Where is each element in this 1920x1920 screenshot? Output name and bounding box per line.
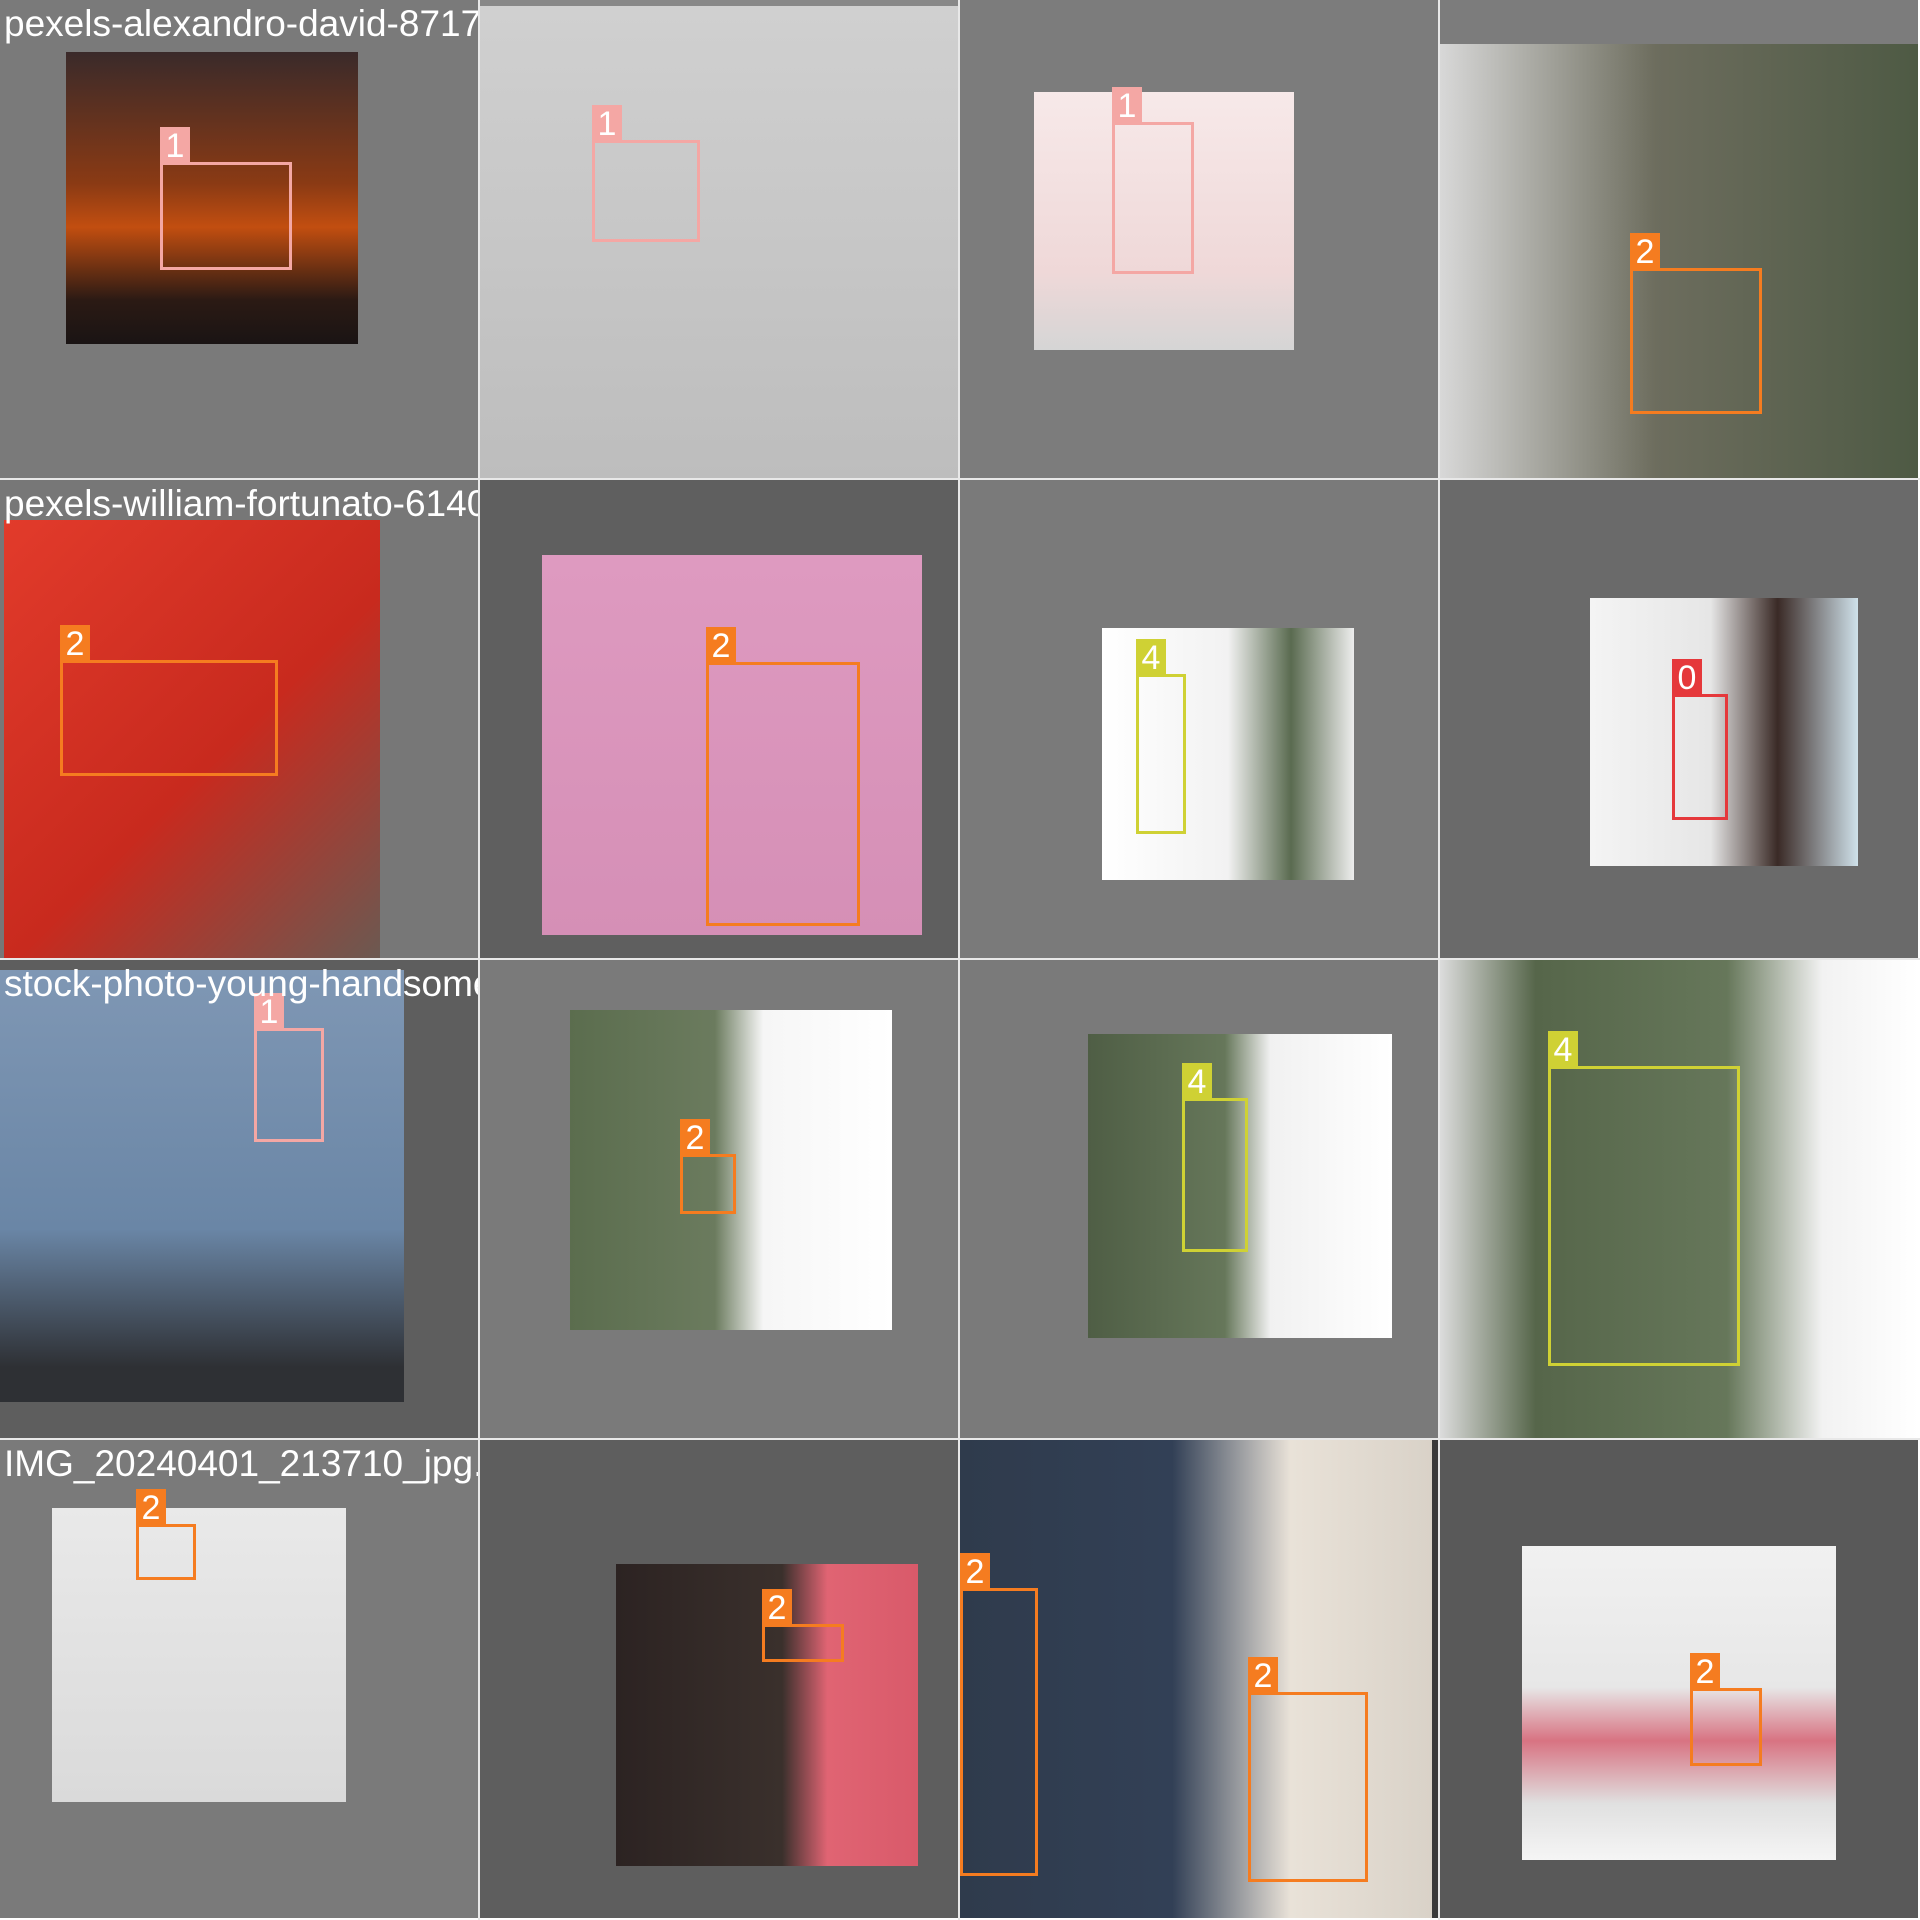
tile-red-shirt-thumb: 2 pexels-william-fortunato-6140706_jpg.rf… [0, 480, 478, 958]
detection-box: 2 [680, 1119, 736, 1214]
grid-divider-vertical [958, 0, 960, 1920]
detection-box: 4 [1136, 639, 1186, 834]
grid-divider-horizontal [0, 1438, 1920, 1440]
class-label: 2 [60, 625, 90, 663]
class-label: 2 [762, 1589, 792, 1627]
class-label: 2 [680, 1119, 710, 1157]
class-label: 1 [160, 127, 190, 165]
tile-sunset-ok-sign: 1 pexels-alexandro-david-8717133-3692204_… [0, 0, 478, 478]
detection-box: 1 [592, 105, 700, 242]
tile-photo [52, 1508, 346, 1802]
class-label: 2 [960, 1553, 990, 1591]
tile-man-rotated-thumb: 2 [480, 960, 958, 1438]
photo-fill [0, 970, 404, 1402]
detection-box: 2 [60, 625, 278, 776]
grid-divider-horizontal [0, 478, 1920, 480]
tile-photo [0, 970, 404, 1402]
tile-pink-suit-man: 2 [480, 1440, 958, 1918]
detection-box: 2 [706, 627, 860, 926]
tile-man-rotated-closeup: 2 [1440, 0, 1918, 478]
tile-man-rotated-both-thumbs: 4 [960, 960, 1438, 1438]
class-label: 2 [136, 1489, 166, 1527]
tile-ok-sign-bracelet: 1 [960, 0, 1438, 478]
photo-fill [480, 6, 958, 478]
detection-box: 1 [1112, 87, 1194, 274]
class-label: 4 [1548, 1031, 1578, 1069]
tile-man-rotated-large: 4 [1440, 960, 1918, 1438]
photo-fill [52, 1508, 346, 1802]
mosaic-grid: 1 pexels-alexandro-david-8717133-3692204_… [0, 0, 1920, 1920]
filename-label: IMG_20240401_213710_jpg.rf.b42fa15a78686… [4, 1443, 478, 1484]
tile-man-two-hands-rotated: 4 [960, 480, 1438, 958]
class-label: 2 [706, 627, 736, 665]
filename-label: stock-photo-young-handsome-man-with-bear… [4, 963, 478, 1004]
tile-photo [1522, 1546, 1836, 1860]
detection-box: 1 [254, 993, 324, 1142]
tile-two-men-thumbs: 22 [960, 1440, 1438, 1918]
tile-man-ok-sign-wall: 1 [480, 0, 958, 478]
class-label: 1 [1112, 87, 1142, 125]
detection-box: 1 [160, 127, 292, 270]
tile-pink-thumb-down: 2 [480, 480, 958, 958]
detection-box: 4 [1548, 1031, 1740, 1366]
class-label: 1 [592, 105, 622, 143]
class-label: 2 [1690, 1653, 1720, 1691]
tile-man-thumb-overhead: 2 IMG_20240401_213710_jpg.rf.b42fa15a7868… [0, 1440, 478, 1918]
detection-box: 4 [1182, 1063, 1248, 1252]
detection-box: 2 [762, 1589, 844, 1662]
grid-divider-vertical [478, 0, 480, 1920]
class-label: 4 [1182, 1063, 1212, 1101]
tile-smiling-man-ok: 1stock-photo-young-handsome-man-with-bea… [0, 960, 478, 1438]
tile-woman-thumb-down: 0 [1440, 480, 1918, 958]
detection-box: 2 [960, 1553, 1038, 1876]
class-label: 0 [1672, 659, 1702, 697]
tile-photo [480, 6, 958, 478]
detection-box: 0 [1672, 659, 1728, 820]
detection-box: 2 [136, 1489, 196, 1580]
filename-label: pexels-william-fortunato-6140706_jpg.rf.… [4, 483, 478, 524]
detection-box: 2 [1248, 1657, 1368, 1882]
filename-label: pexels-alexandro-david-8717133-3692204_j… [4, 3, 478, 44]
grid-divider-horizontal [0, 958, 1920, 960]
detection-box: 2 [1690, 1653, 1762, 1766]
grid-divider-vertical [1438, 0, 1440, 1920]
class-label: 2 [1248, 1657, 1278, 1695]
tile-woman-thumb-desk: 2 [1440, 1440, 1918, 1918]
class-label: 4 [1136, 639, 1166, 677]
class-label: 2 [1630, 233, 1660, 271]
photo-fill [1522, 1546, 1836, 1860]
detection-box: 2 [1630, 233, 1762, 414]
